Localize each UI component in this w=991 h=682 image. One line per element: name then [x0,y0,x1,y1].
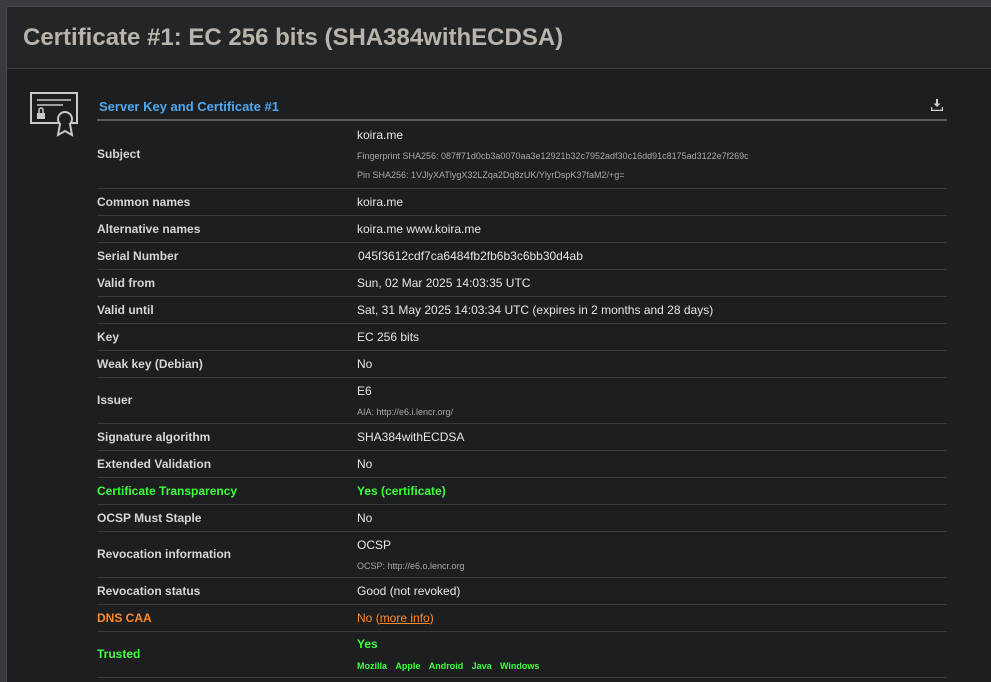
certificate-icon [30,92,78,137]
row-value: No [357,504,947,532]
table-row: Extended Validation No [97,450,947,478]
table-row: OCSP Must Staple No [97,504,947,532]
row-label: Extended Validation [97,450,357,478]
row-value: Sun, 02 Mar 2025 14:03:35 UTC [357,269,947,297]
table-row: Common names koira.me [97,188,947,216]
section-header: Server Key and Certificate #1 [97,89,947,121]
table-row: Issuer E6 AIA: http://e6.i.lencr.org/ [97,377,947,424]
trust-store-apple: Apple [395,660,421,671]
issuer-value: E6 AIA: http://e6.i.lencr.org/ [357,377,947,424]
trust-store-mozilla: Mozilla [357,660,388,671]
trust-store-android: Android [428,660,464,671]
row-label: Certificate Transparency [97,477,357,505]
report-panel: Certificate #1: EC 256 bits (SHA384withE… [6,6,991,682]
row-label: Issuer [97,377,357,424]
table-row: Revocation information OCSP OCSP: http:/… [97,531,947,578]
table-row: Trusted Yes Mozilla Apple Android Java W… [97,631,947,678]
subject-value: koira.me Fingerprint SHA256: 087ff71d0cb… [357,121,947,189]
row-label: Valid from [97,269,357,297]
download-icon[interactable] [931,99,943,111]
row-label: Subject [97,121,357,189]
dns-caa-status: No [357,610,373,625]
trust-store-windows: Windows [499,660,540,671]
row-label: Weak key (Debian) [97,350,357,378]
row-value: EC 256 bits [357,323,947,351]
subject-name: koira.me [357,128,404,143]
row-label: Alternative names [97,215,357,243]
table-row: Certificate Transparency Yes (certificat… [97,477,947,505]
table-row: Subject koira.me Fingerprint SHA256: 087… [97,121,947,189]
trust-stores: Mozilla Apple Android Java Windows [357,658,947,672]
table-row: Serial Number 045f3612cdf7ca6484fb2fb6b3… [97,242,947,270]
table-row: Valid from Sun, 02 Mar 2025 14:03:35 UTC [97,269,947,297]
trust-store-java: Java [471,660,492,671]
row-value: 045f3612cdf7ca6484fb2fb6b3c6bb30d4ab [357,242,947,270]
row-label: Common names [97,188,357,216]
row-value: Good (not revoked) [357,577,947,605]
row-value: SHA384withECDSA [357,423,947,451]
page-title: Certificate #1: EC 256 bits (SHA384withE… [7,7,991,69]
row-label: Revocation information [97,531,357,578]
row-label: Revocation status [97,577,357,605]
row-value: koira.me [357,188,947,216]
table-row: Revocation status Good (not revoked) [97,577,947,605]
table-row: DNS CAA No (more info) [97,604,947,632]
dns-caa-value: No (more info) [357,604,947,632]
aia-url: AIA: http://e6.i.lencr.org/ [357,406,454,417]
table-row: Weak key (Debian) No [97,350,947,378]
row-value: No [357,450,947,478]
trusted-status: Yes [357,636,378,651]
section-title: Server Key and Certificate #1 [99,99,279,114]
table-row: Signature algorithm SHA384withECDSA [97,423,947,451]
row-label: Serial Number [97,242,357,270]
table-row: Key EC 256 bits [97,323,947,351]
row-label: Valid until [97,296,357,324]
issuer-name: E6 [357,383,372,398]
more-info-link[interactable]: more info [380,611,430,625]
row-label: Signature algorithm [97,423,357,451]
certificate-details-table: Subject koira.me Fingerprint SHA256: 087… [97,121,947,678]
trusted-value: Yes Mozilla Apple Android Java Windows [357,631,947,678]
revocation-info-value: OCSP OCSP: http://e6.o.lencr.org [357,531,947,578]
row-value: No [357,350,947,378]
ocsp-url: OCSP: http://e6.o.lencr.org [357,560,465,571]
row-value: koira.me www.koira.me [357,215,947,243]
table-row: Alternative names koira.me www.koira.me [97,215,947,243]
paren-close: ) [429,610,434,625]
row-label: OCSP Must Staple [97,504,357,532]
pin-sha256: Pin SHA256: 1VJlyXATlygX32LZqa2Dq8zUK/Yl… [357,170,625,181]
table-row: Valid until Sat, 31 May 2025 14:03:34 UT… [97,296,947,324]
row-value: Yes (certificate) [357,477,947,505]
fingerprint-sha256: Fingerprint SHA256: 087ff71d0cb3a0070aa3… [357,151,749,162]
server-key-certificate-section: Server Key and Certificate #1 Subject ko… [97,89,947,678]
row-label: Key [97,323,357,351]
row-value: Sat, 31 May 2025 14:03:34 UTC (expires i… [357,296,947,324]
row-label: Trusted [97,631,357,678]
revocation-method: OCSP [357,537,392,552]
row-label: DNS CAA [97,604,357,632]
